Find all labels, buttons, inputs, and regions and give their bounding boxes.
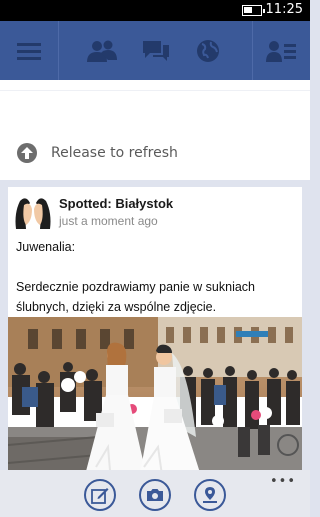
check-in-icon	[203, 487, 217, 503]
notifications-button[interactable]	[178, 21, 238, 80]
battery-icon	[242, 5, 265, 16]
messages-icon	[143, 40, 169, 61]
status-bar: 11:25	[0, 0, 310, 21]
compose-button[interactable]	[84, 479, 116, 511]
top-nav-bar	[0, 21, 310, 80]
arrow-up-circle-icon	[17, 143, 37, 163]
avatar[interactable]	[14, 195, 52, 229]
camera-icon	[147, 489, 163, 501]
messages-button[interactable]	[126, 21, 186, 80]
refresh-area	[0, 80, 310, 180]
refresh-label: Release to refresh	[51, 145, 178, 161]
check-in-button[interactable]	[194, 479, 226, 511]
post-author[interactable]: Spotted: Białystok	[59, 196, 173, 211]
clock: 11:25	[265, 2, 303, 17]
notifications-globe-icon	[197, 39, 219, 62]
menu-icon	[17, 42, 41, 60]
photo-button[interactable]	[139, 479, 171, 511]
post-timestamp: just a moment ago	[59, 214, 158, 228]
contacts-button[interactable]	[252, 21, 310, 80]
friends-button[interactable]	[72, 21, 132, 80]
app-bar: •••	[0, 470, 310, 517]
contacts-icon	[266, 40, 296, 62]
post-text: Juwenalia: Serdecznie pozdrawiamy panie …	[16, 237, 298, 317]
compose-icon	[91, 488, 109, 504]
post-text-line-1: Juwenalia:	[16, 240, 76, 254]
menu-button[interactable]	[0, 21, 58, 80]
refresh-indicator: Release to refresh	[16, 142, 178, 164]
friends-icon	[87, 40, 117, 62]
more-options-icon[interactable]: •••	[270, 474, 296, 489]
post-card: Spotted: Białystok just a moment ago Juw…	[8, 187, 302, 517]
post-text-line-2: Serdecznie pozdrawiamy panie w sukniach …	[16, 280, 256, 314]
